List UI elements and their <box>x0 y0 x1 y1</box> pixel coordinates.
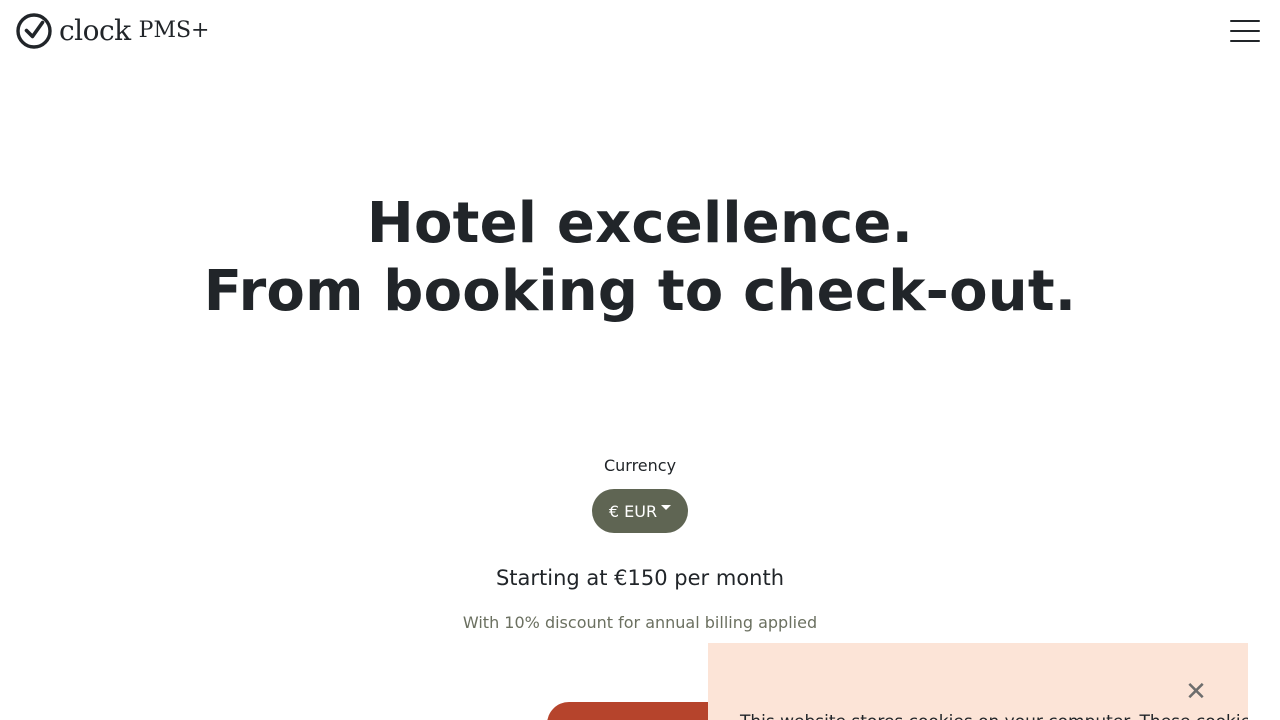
logo[interactable]: clock PMS+ <box>16 13 210 49</box>
hero-title: Hotel excellence. From booking to check-… <box>0 190 1280 326</box>
hero: Hotel excellence. From booking to check-… <box>0 190 1280 326</box>
logo-suffix: PMS+ <box>138 18 210 43</box>
cookie-banner-text: This website stores cookies on your comp… <box>740 710 1248 720</box>
currency-selected-value: € EUR <box>608 501 658 521</box>
hero-title-line-1: Hotel excellence. <box>366 191 914 256</box>
discount-note: With 10% discount for annual billing app… <box>462 613 818 632</box>
logo-text: clock <box>59 14 131 47</box>
starting-price: Starting at €150 per month <box>495 566 785 590</box>
close-icon[interactable]: ✕ <box>1183 679 1209 705</box>
currency-label: Currency <box>603 456 677 475</box>
cookie-banner: ✕ This website stores cookies on your co… <box>708 643 1248 720</box>
hero-title-line-2: From booking to check-out. <box>203 259 1077 324</box>
site-header: clock PMS+ <box>0 0 1280 62</box>
hamburger-menu-icon[interactable] <box>1230 17 1260 45</box>
currency-dropdown[interactable]: € EUR <box>592 489 688 533</box>
chevron-down-icon <box>661 504 672 510</box>
clock-check-icon <box>16 13 52 49</box>
